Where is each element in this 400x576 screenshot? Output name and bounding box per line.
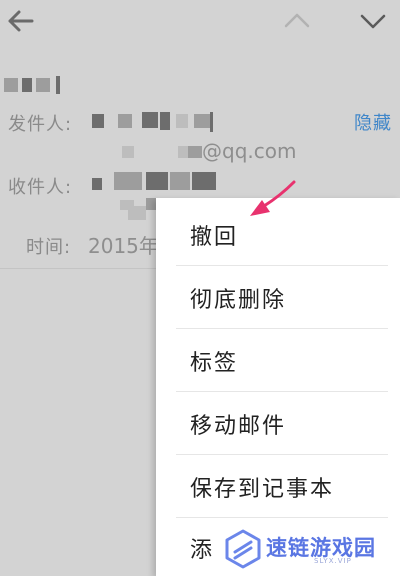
menu-item-delete-permanently[interactable]: 彻底删除: [176, 267, 388, 329]
chevron-up-icon[interactable]: [280, 4, 314, 38]
menu-item-label: 保存到记事本: [190, 476, 335, 502]
watermark-subtext: SLYX.VIP: [314, 557, 352, 565]
top-bar: [0, 0, 400, 40]
hide-details-link[interactable]: 隐藏: [354, 109, 392, 135]
chevron-down-icon[interactable]: [356, 4, 390, 38]
annotation-arrow-icon: [250, 180, 296, 216]
watermark: 速链游戏园 SLYX.VIP: [222, 526, 398, 574]
menu-item-label: 撤回: [190, 224, 239, 250]
time-value: 2015年: [88, 234, 159, 258]
menu-item-label: 移动邮件: [190, 413, 287, 439]
header-divider: [0, 268, 158, 269]
watermark-logo-icon: [225, 529, 261, 569]
time-label: 时间:: [26, 237, 72, 258]
sender-email-suffix: @qq.com: [202, 139, 297, 163]
arrow-left-icon[interactable]: [4, 4, 38, 38]
menu-item-label: 添: [190, 538, 215, 563]
sender-label: 发件人:: [8, 114, 73, 135]
menu-item-tags[interactable]: 标签: [176, 330, 388, 392]
menu-item-label: 彻底删除: [190, 287, 287, 313]
menu-item-label: 标签: [190, 350, 239, 376]
mail-actions-menu: 撤回 彻底删除 标签 移动邮件 保存到记事本 添: [156, 198, 400, 576]
recipient-label: 收件人:: [8, 177, 73, 198]
menu-item-move-mail[interactable]: 移动邮件: [176, 393, 388, 455]
menu-item-save-to-notes[interactable]: 保存到记事本: [176, 456, 388, 518]
